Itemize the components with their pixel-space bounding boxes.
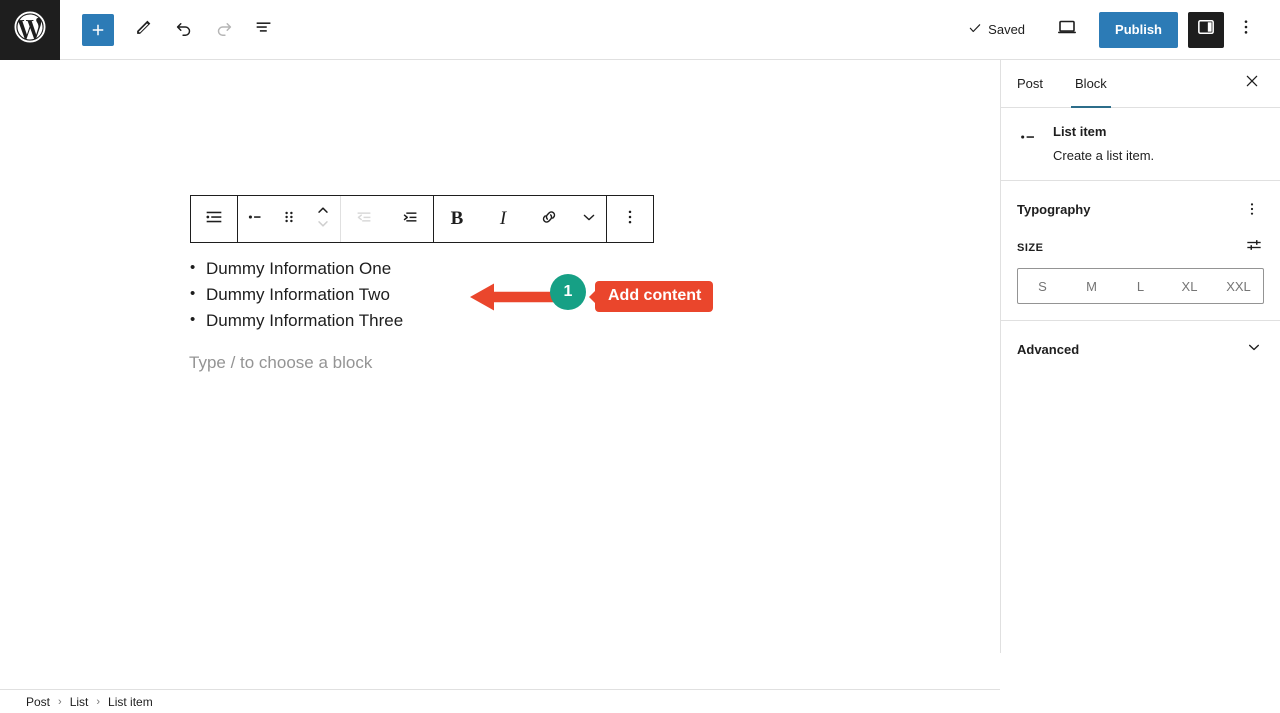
empty-paragraph-placeholder[interactable]: Type / to choose a block	[189, 353, 372, 373]
font-size-label: SIZE	[1017, 241, 1044, 254]
close-sidebar-button[interactable]	[1236, 68, 1268, 100]
document-outline-icon	[253, 16, 275, 43]
font-size-option-s[interactable]: S	[1018, 269, 1067, 303]
laptop-preview-icon	[1055, 15, 1079, 44]
toolbar-group-options	[607, 196, 653, 242]
block-card-description: Create a list item.	[1053, 148, 1155, 163]
breadcrumb-item-post[interactable]: Post	[26, 695, 50, 709]
selected-block-card: List item Create a list item.	[1001, 108, 1280, 181]
list-item[interactable]: Dummy Information Three	[190, 307, 403, 334]
editor-top-bar: Saved Publish	[0, 0, 1280, 60]
advanced-title: Advanced	[1017, 342, 1080, 357]
font-size-settings-button[interactable]	[1244, 235, 1264, 260]
bullet-list[interactable]: Dummy Information One Dummy Information …	[190, 255, 403, 334]
settings-sidebar: Post Block List item Create a list item.…	[1000, 60, 1280, 653]
font-size-toggle-group[interactable]: S M L XL XXL	[1017, 268, 1264, 304]
toolbar-group-indent	[341, 196, 434, 242]
plus-icon	[92, 24, 104, 35]
move-up-down-button[interactable]	[306, 196, 340, 242]
breadcrumb-separator: ›	[96, 695, 101, 708]
italic-button[interactable]: I	[480, 196, 526, 242]
font-size-option-l[interactable]: L	[1116, 269, 1165, 303]
link-chain-icon	[538, 206, 560, 233]
checkmark-icon	[968, 21, 982, 38]
redo-button[interactable]	[204, 10, 244, 50]
publish-button[interactable]: Publish	[1099, 11, 1178, 48]
list-item[interactable]: Dummy Information Two	[190, 281, 403, 308]
indent-icon	[399, 206, 421, 233]
advanced-panel-toggle[interactable]: Advanced	[1001, 321, 1280, 378]
list-block-icon	[203, 206, 225, 233]
wordpress-logo-icon	[13, 10, 47, 49]
preview-button[interactable]	[1047, 10, 1087, 50]
settings-panel-icon	[1195, 16, 1217, 43]
chevron-down-icon	[579, 207, 599, 232]
toolbar-group-formatting: B I	[434, 196, 607, 242]
block-type-list-button[interactable]	[191, 196, 237, 242]
italic-i-icon: I	[499, 208, 507, 229]
list-block[interactable]: Dummy Information One Dummy Information …	[190, 255, 403, 334]
tools-pencil-button[interactable]	[124, 10, 164, 50]
block-card-text: List item Create a list item.	[1053, 124, 1154, 164]
font-size-row: SIZE	[1017, 235, 1264, 260]
left-arrow-icon	[470, 282, 558, 317]
toolbar-group-block-type	[191, 196, 238, 242]
block-toolbar: B I	[190, 195, 654, 243]
breadcrumb-item-list-item[interactable]: List item	[108, 695, 153, 709]
link-button[interactable]	[526, 196, 572, 242]
indent-button[interactable]	[387, 196, 433, 242]
outdent-icon	[353, 206, 375, 233]
undo-button[interactable]	[164, 10, 204, 50]
list-bullet-dash-button[interactable]	[238, 196, 272, 242]
redo-arrow-icon	[213, 16, 235, 43]
typography-header: Typography	[1017, 197, 1264, 221]
toolbar-group-movers	[238, 196, 341, 242]
vertical-ellipsis-icon	[620, 207, 640, 232]
more-rich-text-button[interactable]	[572, 196, 606, 242]
topbar-left-tools	[60, 10, 284, 50]
sliders-settings-icon	[1247, 240, 1261, 250]
wordpress-logo-button[interactable]	[0, 0, 60, 60]
saved-status[interactable]: Saved	[968, 21, 1025, 38]
annotation-label: Add content	[595, 281, 714, 312]
inspector-tab-bar: Post Block	[1001, 60, 1280, 108]
settings-sidebar-toggle[interactable]	[1188, 11, 1224, 48]
pencil-edit-icon	[133, 16, 155, 43]
block-card-title: List item	[1053, 124, 1107, 139]
bold-button[interactable]: B	[434, 196, 480, 242]
typography-title: Typography	[1017, 201, 1091, 217]
breadcrumb-separator: ›	[58, 695, 62, 708]
tab-block[interactable]: Block	[1059, 60, 1123, 108]
annotation-step-badge: 1	[550, 274, 586, 310]
list-bullet-dash-icon	[244, 206, 266, 233]
typography-options-button[interactable]	[1240, 197, 1264, 221]
close-x-icon	[1243, 72, 1261, 95]
chevron-down-icon	[1244, 337, 1264, 362]
editor-writing-surface[interactable]: B I • Dummy Information One • Dummy Info…	[0, 60, 1000, 629]
breadcrumb: Post › List › List item	[0, 689, 1000, 713]
add-block-button[interactable]	[82, 13, 114, 46]
vertical-ellipsis-icon	[1250, 203, 1254, 215]
list-item-bullet-icon	[1017, 124, 1041, 164]
outdent-button[interactable]	[341, 196, 387, 242]
chevron-up-down-icon	[312, 202, 334, 237]
font-size-option-xl[interactable]: XL	[1165, 269, 1214, 303]
font-size-option-xxl[interactable]: XXL	[1214, 269, 1263, 303]
more-options-button[interactable]	[1228, 12, 1264, 48]
drag-handle-button[interactable]	[272, 196, 306, 242]
typography-panel: Typography SIZE S M L XL XXL	[1001, 181, 1280, 321]
tab-post[interactable]: Post	[1001, 60, 1059, 107]
vertical-ellipsis-icon	[1236, 17, 1256, 42]
bold-b-icon: B	[450, 208, 464, 229]
editor-canvas: B I • Dummy Information One • Dummy Info…	[0, 60, 1000, 713]
list-view-button[interactable]	[244, 10, 284, 50]
breadcrumb-item-list[interactable]: List	[70, 695, 89, 709]
topbar-right-tools: Saved Publish	[968, 10, 1280, 50]
list-item[interactable]: Dummy Information One	[190, 255, 403, 282]
saved-label: Saved	[988, 22, 1026, 37]
drag-dots-icon	[278, 206, 300, 233]
block-options-button[interactable]	[607, 196, 653, 242]
font-size-option-m[interactable]: M	[1067, 269, 1116, 303]
undo-arrow-icon	[173, 16, 195, 43]
